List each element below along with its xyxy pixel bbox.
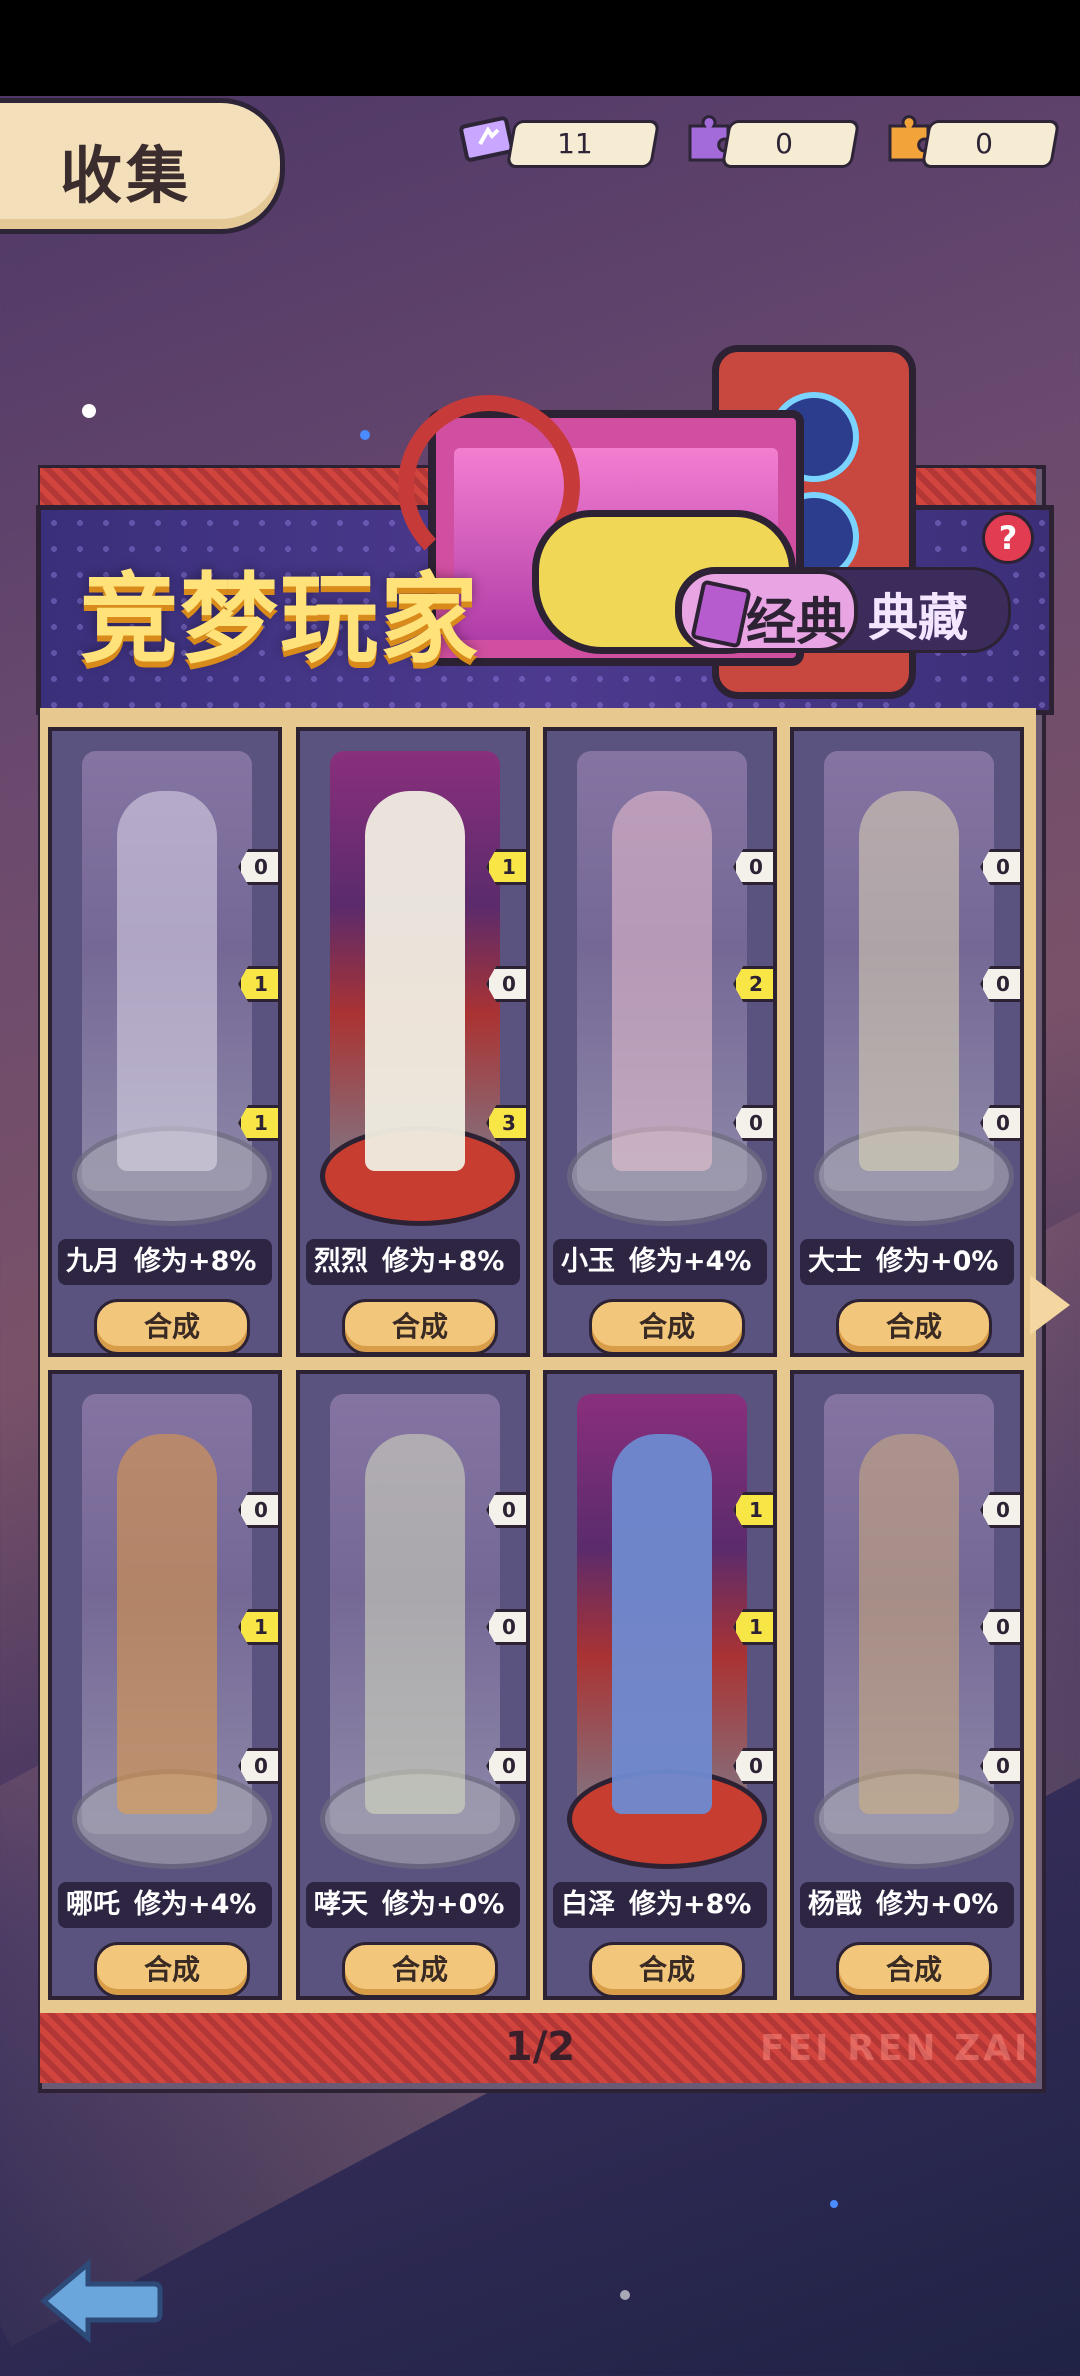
purple-puzzle-count: 0 xyxy=(775,127,794,160)
ticket-count: 11 xyxy=(557,127,594,160)
character-name-bar: 白泽 修为+8% xyxy=(553,1882,767,1928)
synthesize-button[interactable]: 合成 xyxy=(836,1942,992,1996)
character-card[interactable]: 0 0 0 哮天 修为+0% 合成 xyxy=(296,1370,530,2000)
character-bonus: 修为+0% xyxy=(876,1889,999,1920)
character-name-bar: 九月 修为+8% xyxy=(58,1239,272,1285)
purple-puzzle-counter: 0 xyxy=(720,120,861,168)
character-name: 哮天 xyxy=(314,1889,368,1920)
character-figure xyxy=(612,1434,712,1814)
character-name-bar: 哪吒 修为+4% xyxy=(58,1882,272,1928)
character-name-bar: 哮天 修为+0% xyxy=(306,1882,520,1928)
star xyxy=(830,2200,838,2208)
character-figure xyxy=(365,791,465,1171)
synthesize-button[interactable]: 合成 xyxy=(342,1299,498,1353)
character-name: 小玉 xyxy=(561,1246,615,1277)
star xyxy=(82,404,96,418)
status-bar xyxy=(0,0,1080,96)
character-card[interactable]: 0 0 0 大士 修为+0% 合成 xyxy=(790,727,1024,1357)
page-title-plate: 收集 xyxy=(0,98,285,234)
synthesize-button[interactable]: 合成 xyxy=(94,1299,250,1353)
help-button[interactable]: ? xyxy=(982,512,1034,564)
character-card[interactable]: 0 1 1 九月 修为+8% 合成 xyxy=(48,727,282,1357)
character-bonus: 修为+0% xyxy=(382,1889,505,1920)
character-figure xyxy=(365,1434,465,1814)
synthesize-button[interactable]: 合成 xyxy=(342,1942,498,1996)
character-name: 大士 xyxy=(808,1246,862,1277)
star xyxy=(360,430,370,440)
card-icon xyxy=(690,579,752,649)
character-card[interactable]: 0 0 0 杨戬 修为+0% 合成 xyxy=(790,1370,1024,2000)
back-arrow-icon[interactable] xyxy=(36,2256,166,2346)
synthesize-button[interactable]: 合成 xyxy=(836,1299,992,1353)
watermark-text: FEI REN ZAI xyxy=(760,2028,1031,2069)
synthesize-button[interactable]: 合成 xyxy=(589,1299,745,1353)
character-figure xyxy=(859,1434,959,1814)
character-name: 哪吒 xyxy=(66,1889,120,1920)
character-figure xyxy=(612,791,712,1171)
character-name: 烈烈 xyxy=(314,1246,368,1277)
star xyxy=(620,2290,630,2300)
character-name-bar: 烈烈 修为+8% xyxy=(306,1239,520,1285)
character-figure xyxy=(117,1434,217,1814)
character-bonus: 修为+8% xyxy=(629,1889,752,1920)
character-figure xyxy=(859,791,959,1171)
character-name: 九月 xyxy=(66,1246,120,1277)
character-name: 白泽 xyxy=(561,1889,615,1920)
character-name-bar: 大士 修为+0% xyxy=(800,1239,1014,1285)
tab-classic[interactable]: 经典 xyxy=(678,570,858,652)
tab-classic-label: 经典 xyxy=(746,593,846,651)
character-name-bar: 杨戬 修为+0% xyxy=(800,1882,1014,1928)
character-card[interactable]: 0 2 0 小玉 修为+4% 合成 xyxy=(543,727,777,1357)
character-figure xyxy=(117,791,217,1171)
tab-collection[interactable]: 典藏 xyxy=(868,578,968,650)
page-title: 收集 xyxy=(60,139,193,212)
character-bonus: 修为+4% xyxy=(134,1889,257,1920)
character-bonus: 修为+4% xyxy=(629,1246,752,1277)
character-name-bar: 小玉 修为+4% xyxy=(553,1239,767,1285)
ticket-counter: 11 xyxy=(505,120,661,168)
character-bonus: 修为+8% xyxy=(134,1246,257,1277)
orange-puzzle-counter: 0 xyxy=(920,120,1061,168)
character-card[interactable]: 0 1 0 哪吒 修为+4% 合成 xyxy=(48,1370,282,2000)
character-name: 杨戬 xyxy=(808,1889,862,1920)
character-bonus: 修为+8% xyxy=(382,1246,505,1277)
character-card[interactable]: 1 0 3 烈烈 修为+8% 合成 xyxy=(296,727,530,1357)
series-title: 竞梦玩家 xyxy=(80,563,481,677)
character-bonus: 修为+0% xyxy=(876,1246,999,1277)
synthesize-button[interactable]: 合成 xyxy=(94,1942,250,1996)
synthesize-button[interactable]: 合成 xyxy=(589,1942,745,1996)
next-page-arrow[interactable] xyxy=(1030,1275,1070,1335)
character-card[interactable]: 1 1 0 白泽 修为+8% 合成 xyxy=(543,1370,777,2000)
orange-puzzle-count: 0 xyxy=(975,127,994,160)
